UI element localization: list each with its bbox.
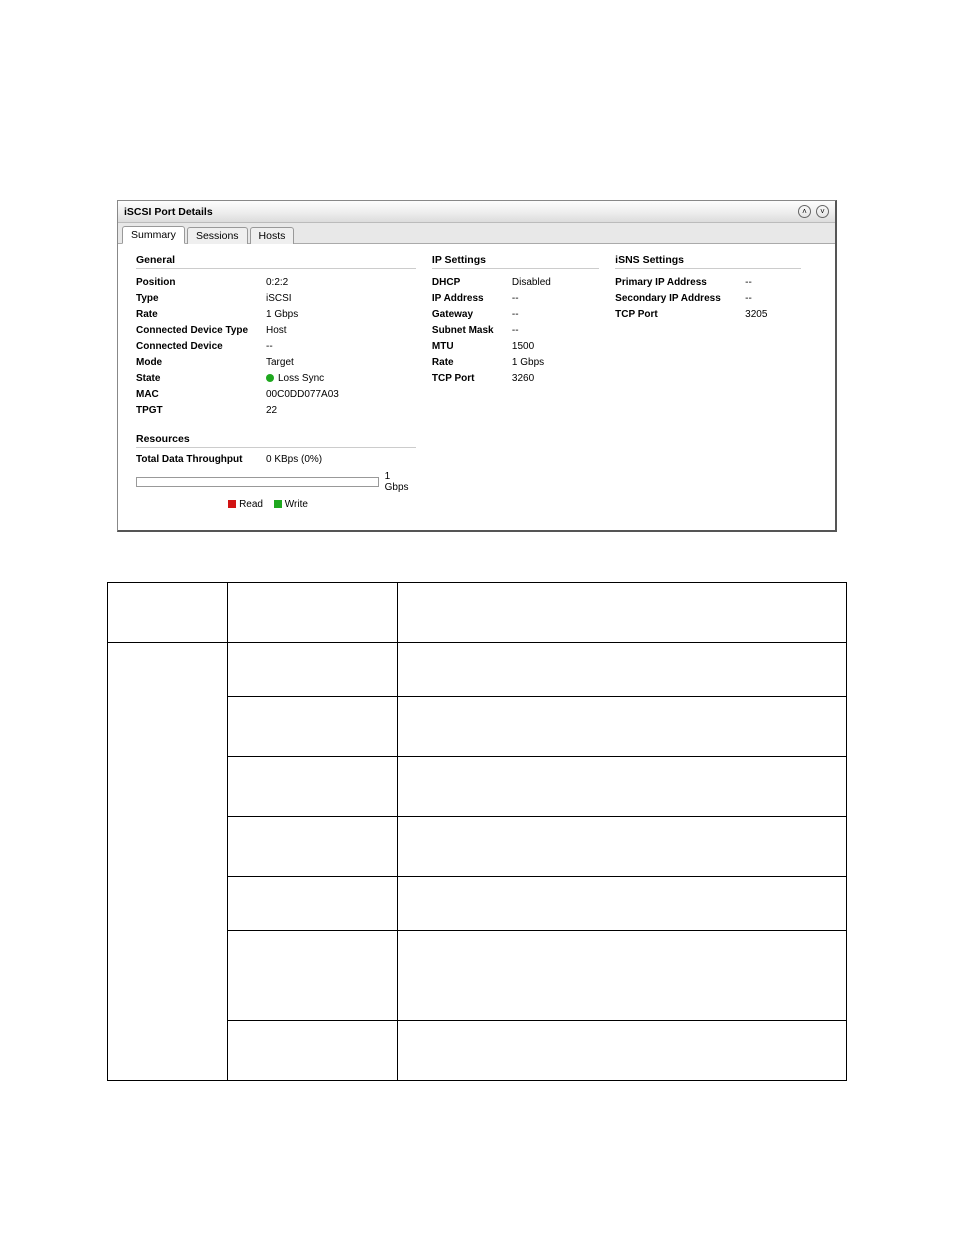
tab-summary[interactable]: Summary (122, 226, 185, 244)
isns-settings-column: iSNS Settings Primary IP Address-- Secon… (615, 254, 817, 510)
general-connected-device-type-label: Connected Device Type (136, 323, 266, 339)
tab-hosts[interactable]: Hosts (250, 227, 295, 244)
isns-tcpport-value: 3205 (745, 307, 801, 323)
ip-rate-label: Rate (432, 355, 512, 371)
general-tpgt-label: TPGT (136, 403, 266, 419)
ip-address-value: -- (512, 291, 599, 307)
panel-titlebar: iSCSI Port Details ˄ ˅ (118, 201, 835, 223)
general-type-label: Type (136, 291, 266, 307)
table-row (108, 643, 847, 697)
general-mac-label: MAC (136, 387, 266, 403)
ip-tcpport-label: TCP Port (432, 371, 512, 387)
ip-gateway-value: -- (512, 307, 599, 323)
ip-mtu-label: MTU (432, 339, 512, 355)
throughput-bar-max: 1 Gbps (385, 471, 416, 493)
isns-tcpport-label: TCP Port (615, 307, 745, 323)
state-status-dot-icon (266, 374, 274, 382)
expand-down-icon[interactable]: ˅ (816, 205, 829, 218)
tab-sessions[interactable]: Sessions (187, 227, 248, 244)
general-state-value: Loss Sync (278, 373, 324, 384)
general-state-label: State (136, 371, 266, 387)
ip-mtu-value: 1500 (512, 339, 599, 355)
ip-dhcp-label: DHCP (432, 275, 512, 291)
tabs-row: Summary Sessions Hosts (118, 223, 835, 244)
throughput-legend: Read Write (136, 499, 392, 510)
panel-title: iSCSI Port Details (124, 206, 213, 218)
ip-tcpport-value: 3260 (512, 371, 599, 387)
ip-rate-value: 1 Gbps (512, 355, 599, 371)
throughput-value: 0 KBps (0%) (266, 454, 322, 465)
ip-subnet-label: Subnet Mask (432, 323, 512, 339)
iscsi-port-details-panel: iSCSI Port Details ˄ ˅ Summary Sessions … (117, 200, 837, 532)
collapse-up-icon[interactable]: ˄ (798, 205, 811, 218)
isns-secondary-label: Secondary IP Address (615, 291, 745, 307)
throughput-bar (136, 477, 379, 487)
general-position-value: 0:2:2 (266, 275, 416, 291)
general-mode-value: Target (266, 355, 416, 371)
isns-primary-value: -- (745, 275, 801, 291)
general-rate-value: 1 Gbps (266, 307, 416, 323)
table-row (108, 583, 847, 643)
legend-write-swatch-icon (274, 500, 282, 508)
ip-heading: IP Settings (432, 254, 599, 269)
resources-heading: Resources (136, 433, 416, 448)
legend-write-label: Write (285, 499, 308, 510)
general-mode-label: Mode (136, 355, 266, 371)
isns-heading: iSNS Settings (615, 254, 801, 269)
general-connected-device-type-value: Host (266, 323, 416, 339)
general-tpgt-value: 22 (266, 403, 416, 419)
ip-address-label: IP Address (432, 291, 512, 307)
general-position-label: Position (136, 275, 266, 291)
ip-subnet-value: -- (512, 323, 599, 339)
legend-read-label: Read (239, 499, 263, 510)
general-heading: General (136, 254, 416, 269)
isns-primary-label: Primary IP Address (615, 275, 745, 291)
isns-secondary-value: -- (745, 291, 801, 307)
general-mac-value: 00C0DD077A03 (266, 387, 416, 403)
ip-settings-column: IP Settings DHCPDisabled IP Address-- Ga… (432, 254, 615, 510)
throughput-label: Total Data Throughput (136, 454, 266, 465)
ip-gateway-label: Gateway (432, 307, 512, 323)
panel-body: General Position0:2:2 TypeiSCSI Rate1 Gb… (118, 244, 835, 530)
general-connected-device-label: Connected Device (136, 339, 266, 355)
general-rate-label: Rate (136, 307, 266, 323)
description-table (107, 582, 847, 1081)
general-type-value: iSCSI (266, 291, 416, 307)
general-connected-device-value: -- (266, 339, 416, 355)
ip-dhcp-value: Disabled (512, 275, 599, 291)
legend-read-swatch-icon (228, 500, 236, 508)
general-column: General Position0:2:2 TypeiSCSI Rate1 Gb… (136, 254, 432, 510)
